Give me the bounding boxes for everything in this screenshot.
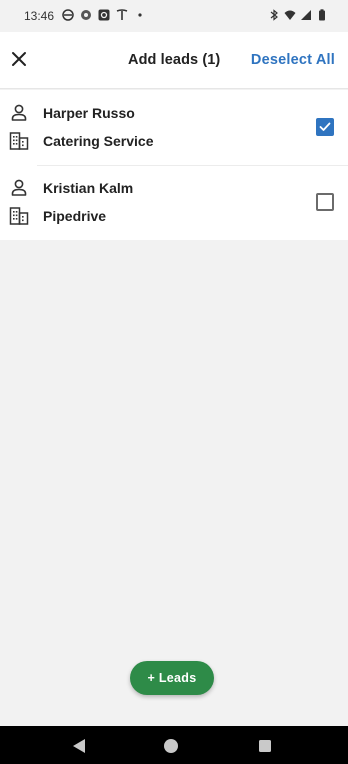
lead-person-name: Kristian Kalm — [43, 180, 134, 196]
leads-list: Harper Russo Catering Service Kristian K… — [0, 90, 348, 240]
lead-organization-name: Pipedrive — [43, 208, 107, 224]
status-time: 13:46 — [24, 9, 55, 23]
navigation-bar — [0, 726, 348, 764]
app-bar: Add leads (1) Deselect All — [0, 32, 348, 89]
person-icon — [11, 104, 27, 121]
tesla-icon — [116, 9, 128, 20]
camera-app-icon — [98, 9, 110, 21]
battery-icon — [319, 9, 325, 21]
home-icon[interactable] — [163, 738, 179, 754]
lead-row-harper-russo[interactable]: Harper Russo Catering Service — [0, 90, 348, 165]
page-title: Add leads (1) — [128, 52, 221, 68]
checkmark-icon — [319, 122, 331, 131]
wifi-icon — [284, 10, 296, 20]
organization-icon — [9, 132, 29, 150]
organization-icon — [9, 207, 29, 225]
person-icon — [11, 179, 27, 196]
lead-person-name: Harper Russo — [43, 105, 135, 121]
close-icon[interactable] — [8, 48, 32, 72]
lead-organization-name: Catering Service — [43, 133, 154, 149]
lead-row-kristian-kalm[interactable]: Kristian Kalm Pipedrive — [0, 165, 348, 240]
status-icons-left — [62, 9, 146, 21]
dot-icon — [138, 13, 142, 17]
deselect-all-button[interactable]: Deselect All — [251, 52, 335, 68]
recents-icon[interactable] — [258, 739, 272, 753]
status-icons-right — [268, 9, 328, 21]
status-bar: 13:46 — [0, 0, 348, 32]
lead-checkbox-checked[interactable] — [316, 118, 334, 136]
chrome-icon — [81, 10, 91, 20]
circle-status-icon — [62, 9, 74, 21]
signal-icon — [301, 10, 311, 20]
back-icon[interactable] — [71, 738, 87, 754]
bluetooth-icon — [270, 9, 278, 21]
lead-checkbox-unchecked[interactable] — [316, 193, 334, 211]
add-leads-button[interactable]: + Leads — [130, 661, 214, 695]
